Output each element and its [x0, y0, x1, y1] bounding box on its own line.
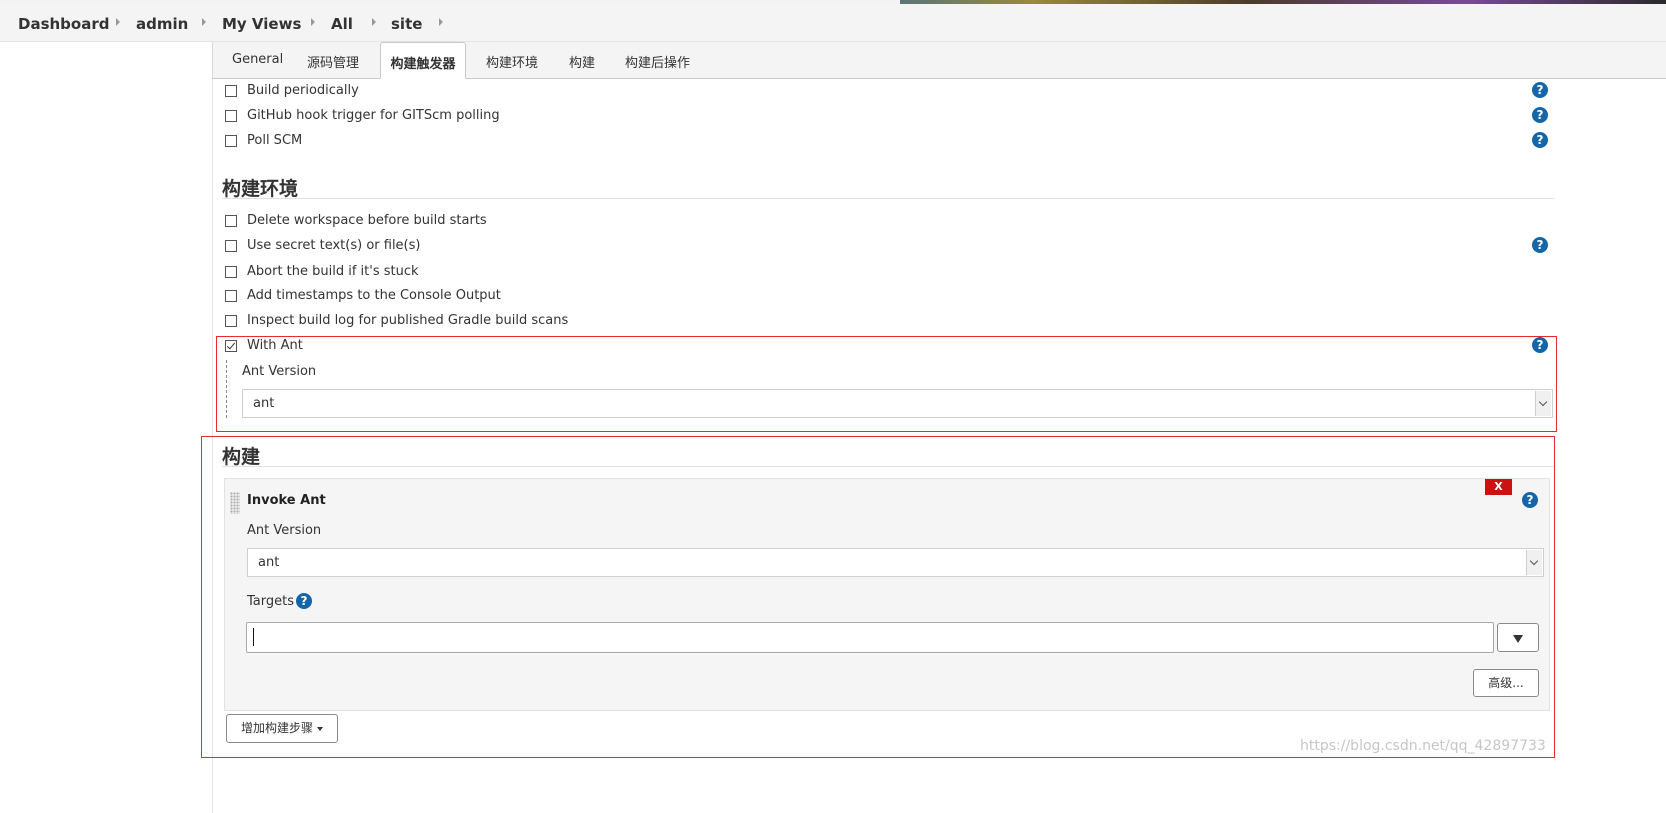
targets-label: Targets [247, 594, 294, 609]
section-title-build: 构建 [222, 446, 261, 468]
checkbox[interactable] [225, 315, 237, 327]
help-icon[interactable]: ? [1522, 492, 1538, 508]
breadcrumb-dashboard[interactable]: Dashboard [18, 15, 109, 33]
caret-down-icon [317, 726, 323, 731]
ant-version-select[interactable]: ant [242, 389, 1553, 418]
targets-input[interactable] [246, 622, 1494, 653]
select-value: ant [253, 396, 275, 411]
checkbox-label: Abort the build if it's stuck [247, 264, 419, 279]
checkbox-label: With Ant [247, 338, 303, 353]
section-divider [222, 198, 1554, 199]
watermark: https://blog.csdn.net/qq_42897733 [1300, 738, 1546, 754]
select-value: ant [258, 555, 280, 570]
chevron-right-icon[interactable] [311, 18, 315, 26]
expand-textarea-button[interactable] [1497, 623, 1539, 652]
help-icon[interactable]: ? [1532, 237, 1548, 253]
build-step-title: Invoke Ant [247, 493, 326, 508]
delete-step-button[interactable]: X [1485, 479, 1512, 495]
help-icon[interactable]: ? [1532, 132, 1548, 148]
chevron-right-icon[interactable] [202, 18, 206, 26]
add-build-step-label: 增加构建步骤 [240, 721, 313, 735]
breadcrumb-my-views[interactable]: My Views [222, 15, 301, 33]
help-icon[interactable]: ? [1532, 82, 1548, 98]
add-build-step-button[interactable]: 增加构建步骤 [226, 714, 338, 743]
tab-post-build-actions[interactable]: 构建后操作 [625, 52, 690, 71]
breadcrumb-admin[interactable]: admin [136, 15, 188, 33]
checkbox-checked[interactable] [225, 340, 237, 352]
help-icon[interactable]: ? [1532, 337, 1548, 353]
tab-source-management[interactable]: 源码管理 [307, 52, 359, 71]
chevron-down-icon[interactable] [1526, 550, 1542, 575]
build-ant-version-select[interactable]: ant [247, 548, 1544, 577]
checkbox-label: Add timestamps to the Console Output [247, 288, 501, 303]
checkbox[interactable] [225, 266, 237, 278]
tab-build-triggers[interactable]: 构建触发器 [380, 42, 466, 79]
nested-indent-line [226, 360, 227, 418]
config-tabbar: General 源码管理 构建触发器 构建环境 构建 构建后操作 [212, 42, 1666, 79]
tab-build[interactable]: 构建 [569, 52, 595, 71]
help-icon[interactable]: ? [1532, 107, 1548, 123]
help-icon[interactable]: ? [296, 593, 312, 609]
drag-handle-icon[interactable] [230, 492, 240, 514]
breadcrumb-all[interactable]: All [331, 15, 353, 33]
tab-general[interactable]: General [232, 52, 283, 67]
section-divider [222, 466, 1554, 467]
breadcrumb: Dashboard admin My Views All site [0, 4, 1666, 42]
checkbox-label: Build periodically [247, 83, 359, 98]
build-step-invoke-ant [224, 478, 1550, 711]
chevron-right-icon[interactable] [116, 18, 120, 26]
checkbox-label: Delete workspace before build starts [247, 213, 487, 228]
checkbox[interactable] [225, 215, 237, 227]
text-caret [253, 628, 254, 646]
checkbox[interactable] [225, 110, 237, 122]
ant-version-label: Ant Version [242, 364, 317, 379]
checkbox[interactable] [225, 85, 237, 97]
checkbox[interactable] [225, 135, 237, 147]
checkbox-label: GitHub hook trigger for GITScm polling [247, 108, 500, 123]
checkbox[interactable] [225, 290, 237, 302]
ant-version-label: Ant Version [247, 523, 322, 538]
chevron-right-icon[interactable] [439, 18, 443, 26]
tab-build-environment[interactable]: 构建环境 [486, 52, 538, 71]
chevron-right-icon[interactable] [372, 18, 376, 26]
breadcrumb-site[interactable]: site [391, 15, 422, 33]
checkbox-label: Poll SCM [247, 133, 303, 148]
checkbox-label: Use secret text(s) or file(s) [247, 238, 421, 253]
checkbox-label: Inspect build log for published Gradle b… [247, 313, 569, 328]
section-title-build-environment: 构建环境 [222, 178, 299, 200]
chevron-down-icon[interactable] [1535, 391, 1551, 416]
checkbox[interactable] [225, 240, 237, 252]
advanced-button[interactable]: 高级... [1473, 669, 1539, 697]
